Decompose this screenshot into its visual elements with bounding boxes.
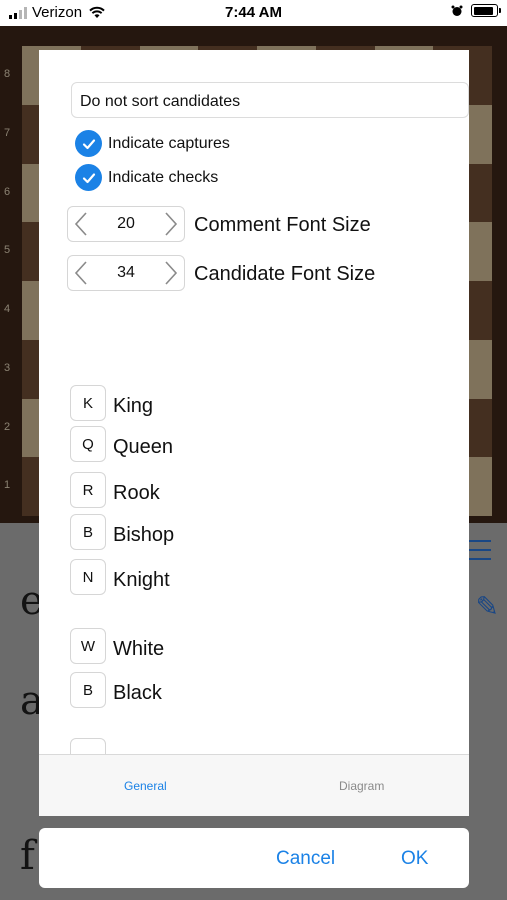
battery-icon xyxy=(471,4,501,17)
dialog-action-bar: Cancel OK xyxy=(39,828,469,888)
bishop-label: Bishop xyxy=(113,523,175,546)
checkmark-icon[interactable] xyxy=(75,130,102,157)
cancel-button[interactable]: Cancel xyxy=(276,848,335,870)
alarm-icon xyxy=(451,5,463,16)
indicate-captures-label: Indicate captures xyxy=(108,134,230,152)
clock: 7:44 AM xyxy=(225,4,282,21)
queen-key-input[interactable]: Q xyxy=(70,426,106,462)
piece-key-queen: Q Queen xyxy=(70,426,173,462)
tab-general[interactable]: General xyxy=(124,779,167,793)
indicate-checks-toggle[interactable]: Indicate checks xyxy=(75,164,218,191)
piece-key-rook: R Rook xyxy=(70,472,160,508)
candidate-font-size-value: 34 xyxy=(117,264,135,281)
piece-key-knight: N Knight xyxy=(70,559,170,595)
sort-candidates-select[interactable]: Do not sort candidates xyxy=(71,82,469,118)
black-label: Black xyxy=(113,681,162,704)
candidate-font-size-stepper[interactable]: 34 xyxy=(67,255,185,291)
piece-key-bishop: B Bishop xyxy=(70,514,174,550)
knight-key-input[interactable]: N xyxy=(70,559,106,595)
comment-font-size-stepper[interactable]: 20 xyxy=(67,206,185,242)
comment-font-size-value: 20 xyxy=(117,215,135,232)
chevron-left-icon[interactable] xyxy=(74,260,88,286)
color-key-white: W White xyxy=(70,628,164,664)
rook-key-input[interactable]: R xyxy=(70,472,106,508)
queen-label: Queen xyxy=(113,435,174,458)
king-key-input[interactable]: K xyxy=(70,385,106,421)
status-bar: Verizon 7:44 AM xyxy=(0,0,507,26)
rook-label: Rook xyxy=(113,481,160,504)
checkmark-icon[interactable] xyxy=(75,164,102,191)
cut-off-key-row xyxy=(70,738,113,754)
color-key-black: B Black xyxy=(70,672,162,708)
candidate-font-size-label: Candidate Font Size xyxy=(194,263,376,285)
white-key-input[interactable]: W xyxy=(70,628,106,664)
bishop-key-input[interactable]: B xyxy=(70,514,106,550)
settings-tab-bar: General Diagram xyxy=(39,754,469,816)
chevron-right-icon[interactable] xyxy=(164,211,178,237)
settings-dialog: Do not sort candidates Indicate captures… xyxy=(39,50,469,754)
tab-diagram[interactable]: Diagram xyxy=(339,779,384,793)
comment-font-size-label: Comment Font Size xyxy=(194,214,371,236)
king-label: King xyxy=(113,394,154,417)
ok-button[interactable]: OK xyxy=(401,848,428,870)
indicate-captures-toggle[interactable]: Indicate captures xyxy=(75,130,230,157)
chevron-left-icon[interactable] xyxy=(74,211,88,237)
piece-key-king: K King xyxy=(70,385,153,421)
chevron-right-icon[interactable] xyxy=(164,260,178,286)
partial-key-input[interactable] xyxy=(70,738,106,754)
indicate-checks-label: Indicate checks xyxy=(108,168,219,186)
white-label: White xyxy=(113,637,165,660)
knight-label: Knight xyxy=(113,568,170,591)
black-key-input[interactable]: B xyxy=(70,672,106,708)
